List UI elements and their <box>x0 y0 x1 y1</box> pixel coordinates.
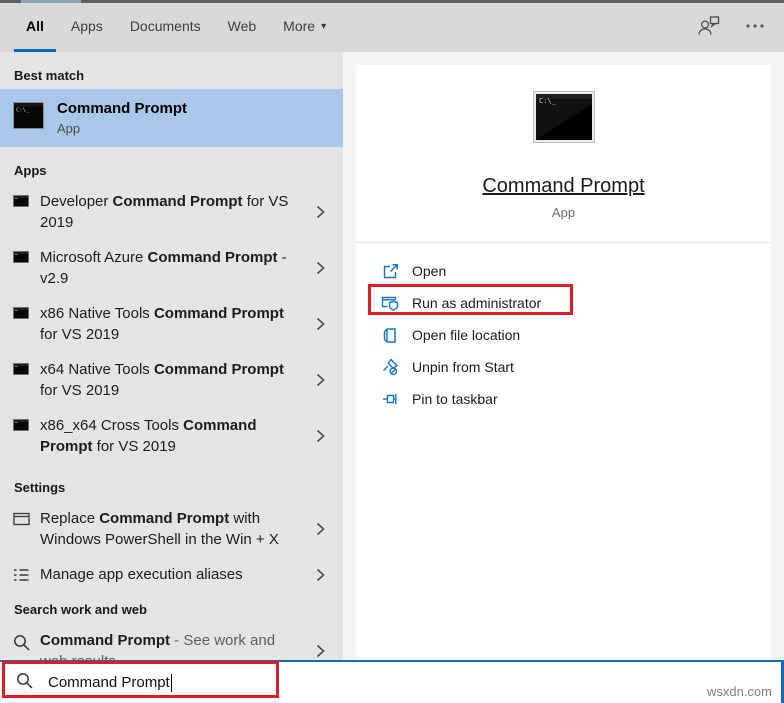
search-input[interactable]: Command Prompt <box>48 674 170 691</box>
result-manage-app-execution-aliases[interactable]: Manage app execution aliases <box>0 557 343 592</box>
result-label: Developer Command Prompt for VS 2019 <box>40 193 289 231</box>
chevron-right-icon[interactable] <box>316 429 325 443</box>
text-caret <box>170 673 173 692</box>
chevron-right-icon[interactable] <box>316 568 325 582</box>
ellipsis-icon[interactable] <box>746 24 764 28</box>
terminal-small-icon <box>13 363 31 375</box>
action-open-file-location[interactable]: Open file location <box>356 319 771 351</box>
section-header-search-work-and-web: Search work and web <box>14 602 147 617</box>
results-panel: Best match C:\_ Command Prompt App Apps De… <box>0 52 343 660</box>
action-label: Open file location <box>412 327 521 343</box>
result-label: Manage app execution aliases <box>40 566 243 583</box>
result-title: Command Prompt <box>57 100 188 117</box>
action-label: Open <box>412 263 447 279</box>
pin-icon <box>380 391 400 407</box>
terminal-window-icon: C:\_ <box>13 102 44 134</box>
action-label: Unpin from Start <box>412 359 514 375</box>
app-type-label: App <box>551 205 576 220</box>
tab-label: Documents <box>129 18 201 34</box>
result-command-prompt-see-work-and-web-results[interactable]: Command Prompt - See work and web result… <box>0 623 343 660</box>
section-header-apps: Apps <box>14 163 47 178</box>
chevron-down-icon: ▾ <box>321 20 327 32</box>
chevron-right-icon[interactable] <box>316 373 325 387</box>
list-icon <box>13 568 31 582</box>
result-label: Microsoft Azure Command Prompt - v2.9 <box>40 249 287 287</box>
terminal-small-icon <box>13 195 31 207</box>
action-label: Run as administrator <box>412 295 542 311</box>
terminal-small-icon <box>13 251 31 263</box>
windows-search-flyout: All Apps Documents Web More ▾ Best match C:\_ … <box>0 0 784 703</box>
tab-documents[interactable]: Documents <box>130 0 201 52</box>
main-area: Best match C:\_ Command Prompt App Apps De… <box>0 52 784 660</box>
chevron-right-icon[interactable] <box>316 205 325 219</box>
file-location-icon <box>380 327 400 344</box>
topbar: All Apps Documents Web More ▾ <box>0 0 784 52</box>
context-actions: Open Run as administrator Open file locati… <box>356 243 771 415</box>
feedback-icon[interactable] <box>696 15 720 37</box>
chevron-right-icon[interactable] <box>316 522 325 536</box>
svg-text:C:\_: C:\_ <box>539 97 557 105</box>
preview-card: C:\_ Command Prompt App Open Run as admin… <box>356 65 771 660</box>
section-header-settings: Settings <box>14 480 66 495</box>
result-label: x64 Native Tools Command Prompt for VS 2… <box>40 361 284 399</box>
result-label: x86 Native Tools Command Prompt for VS 2… <box>40 305 284 343</box>
tab-label: Web <box>227 18 257 34</box>
search-bar[interactable]: Command Prompt wsxdn.com <box>0 660 784 703</box>
action-pin-to-taskbar[interactable]: Pin to taskbar <box>356 383 771 415</box>
tab-label: More <box>283 18 316 34</box>
result-developer-command-prompt-for-vs-2019[interactable]: Developer Command Prompt for VS 2019 <box>0 184 343 240</box>
chevron-right-icon[interactable] <box>316 644 325 658</box>
chevron-right-icon[interactable] <box>316 317 325 331</box>
best-match-text: Command Prompt App <box>57 100 187 136</box>
search-icon <box>13 634 31 651</box>
tab-all[interactable]: All <box>14 0 56 52</box>
action-unpin-from-start[interactable]: Unpin from Start <box>356 351 771 383</box>
run-admin-icon <box>380 295 400 312</box>
tab-label: All <box>26 18 44 34</box>
window-icon <box>13 512 31 526</box>
window-top-sliver <box>0 0 784 3</box>
svg-text:C:\_: C:\_ <box>16 108 30 114</box>
app-header: C:\_ Command Prompt App <box>356 65 771 242</box>
best-match-result-command-prompt[interactable]: C:\_ Command Prompt App <box>0 89 343 147</box>
app-title[interactable]: Command Prompt <box>356 175 771 198</box>
unpin-icon <box>380 358 400 376</box>
topbar-icons <box>696 0 764 52</box>
result-x86-native-tools-command-prompt-for-vs-201[interactable]: x86 Native Tools Command Prompt for VS 2… <box>0 296 343 352</box>
result-label: Command Prompt - See work and web result… <box>40 632 276 660</box>
tab-apps[interactable]: Apps <box>71 0 103 52</box>
tab-more[interactable]: More ▾ <box>283 0 326 52</box>
preview-panel: C:\_ Command Prompt App Open Run as admin… <box>343 52 784 660</box>
search-filter-tabs: All Apps Documents Web More ▾ <box>14 0 326 52</box>
result-label: Replace Command Prompt with Windows Powe… <box>40 510 279 548</box>
terminal-small-icon <box>13 419 31 431</box>
result-x86-x64-cross-tools-command-prompt-for-vs-[interactable]: x86_x64 Cross Tools Command Prompt for V… <box>0 408 343 464</box>
tab-label: Apps <box>70 18 103 34</box>
search-icon <box>16 672 33 694</box>
result-subtitle: App <box>57 121 81 136</box>
result-replace-command-prompt-with-windows-powers[interactable]: Replace Command Prompt with Windows Powe… <box>0 501 343 557</box>
section-header-best-match: Best match <box>14 68 85 83</box>
result-label: x86_x64 Cross Tools Command Prompt for V… <box>40 417 257 455</box>
result-microsoft-azure-command-prompt-v2-9[interactable]: Microsoft Azure Command Prompt - v2.9 <box>0 240 343 296</box>
tab-web[interactable]: Web <box>228 0 257 52</box>
open-icon <box>380 263 400 280</box>
command-prompt-app-icon: C:\_ <box>532 91 595 148</box>
action-open[interactable]: Open <box>356 255 771 287</box>
result-x64-native-tools-command-prompt-for-vs-201[interactable]: x64 Native Tools Command Prompt for VS 2… <box>0 352 343 408</box>
chevron-right-icon[interactable] <box>316 261 325 275</box>
watermark: wsxdn.com <box>706 684 772 699</box>
action-label: Pin to taskbar <box>412 391 498 407</box>
action-run-as-administrator[interactable]: Run as administrator <box>356 287 771 319</box>
terminal-small-icon <box>13 307 31 319</box>
